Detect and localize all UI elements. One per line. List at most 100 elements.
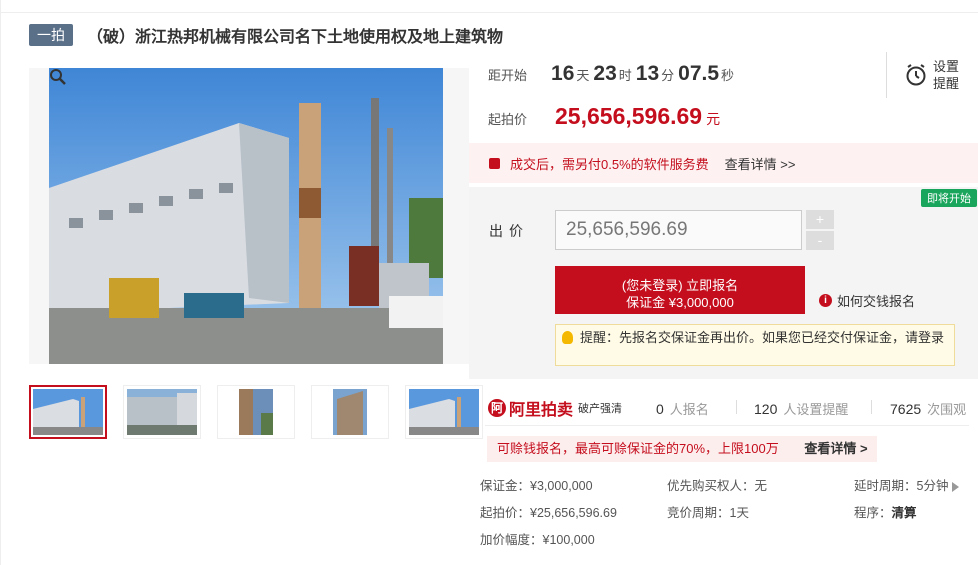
- delay-period-label: 延时周期：: [854, 479, 917, 493]
- how-to-pay-text: 如何交钱报名: [837, 294, 916, 309]
- credit-details-link[interactable]: 查看详情 >: [804, 441, 867, 456]
- set-reminder-button[interactable]: 设置 提醒: [886, 52, 978, 98]
- decrease-button[interactable]: -: [806, 231, 834, 250]
- login-tip-text: 提醒：先报名交保证金再出价。如果您已经交付保证金，请登录: [580, 330, 945, 345]
- seconds-unit: 秒: [721, 68, 735, 83]
- procedure-value: 清算: [891, 506, 917, 520]
- credit-promo-text: 可赊钱报名，最高可赊保证金的70%，上限100万: [497, 441, 779, 456]
- reminder-count: 120 人设置提醒: [754, 399, 848, 418]
- platform-name: 阿里拍卖: [509, 402, 574, 419]
- service-fee-text: 成交后，需另付0.5%的软件服务费: [510, 156, 709, 172]
- service-fee-notice: 成交后，需另付0.5%的软件服务费 查看详情 >>: [469, 143, 978, 183]
- signup-count-value: 0: [656, 401, 664, 417]
- view-count-value: 7625: [890, 401, 922, 417]
- increment-label: 加价幅度：: [480, 533, 543, 547]
- starting-price-row: 起拍价 25,656,596.69 元: [488, 103, 720, 129]
- deposit-info: 保证金：¥3,000,000: [480, 475, 593, 494]
- factory-photo: [49, 68, 443, 364]
- register-button-deposit: 保证金 ¥3,000,000: [626, 294, 734, 310]
- thumbnail-2[interactable]: [123, 385, 201, 439]
- reminder-label-line1: 设置: [933, 59, 960, 74]
- thumbnail-strip: [29, 385, 483, 439]
- stat-divider: [736, 400, 737, 414]
- auction-type: 破产强清: [578, 403, 623, 415]
- register-button-line1: (您未登录) 立即报名: [621, 277, 739, 293]
- thumbnail-image: [221, 389, 291, 435]
- increment-value: ¥100,000: [542, 533, 595, 547]
- priority-buyer-label: 优先购买权人: [667, 479, 743, 493]
- bid-cycle-value: 1天: [729, 506, 749, 520]
- delay-period-info: 延时周期：5分钟: [854, 475, 960, 494]
- procedure-info: 程序：清算: [854, 502, 917, 521]
- countdown-minutes: 13: [635, 62, 660, 85]
- thumbnail-image: [315, 389, 385, 435]
- starting-price-value: 25,656,596.69: [555, 103, 703, 129]
- bid-panel: 即将开始 出价 25,656,596.69 + - (您未登录) 立即报名 保证…: [469, 187, 978, 379]
- days-unit: 天: [576, 68, 590, 83]
- thumbnail-1[interactable]: [29, 385, 107, 439]
- alarm-clock-icon: [906, 64, 926, 86]
- register-button[interactable]: (您未登录) 立即报名 保证金 ¥3,000,000: [555, 266, 805, 314]
- reminder-count-value: 120: [754, 401, 778, 417]
- info-icon: i: [819, 294, 832, 307]
- priority-buyer-value: ：无: [742, 479, 768, 493]
- gift-icon: [489, 157, 500, 169]
- auction-round-tag: 一拍: [29, 24, 73, 46]
- price-unit: 元: [706, 111, 721, 127]
- auction-page: 一拍 （破）浙江热邦机械有限公司名下土地使用权及地上建筑物 距开始 16 天 2…: [0, 0, 978, 565]
- countdown-label: 距开始: [488, 68, 528, 83]
- signup-count: 0 人报名: [656, 399, 709, 418]
- priority-buyer-info: 优先购买权人：无: [667, 475, 767, 494]
- zoom-icon[interactable]: [49, 68, 67, 86]
- thumbnail-4[interactable]: [311, 385, 389, 439]
- procedure-label: 程序：: [854, 506, 892, 520]
- credit-promo-banner: 可赊钱报名，最高可赊保证金的70%，上限100万 查看详情 >: [487, 436, 877, 462]
- reminder-label-line2: 提醒: [933, 76, 960, 91]
- bid-cycle-label: 竞价周期：: [667, 506, 730, 520]
- bid-cycle-info: 竞价周期：1天: [667, 502, 749, 521]
- start-price-value: ¥25,656,596.69: [530, 506, 617, 520]
- how-to-pay-link[interactable]: i 如何交钱报名: [819, 291, 915, 310]
- fee-details-link[interactable]: 查看详情 >>: [725, 154, 796, 173]
- page-title: （破）浙江热邦机械有限公司名下土地使用权及地上建筑物: [87, 29, 504, 46]
- increment-info: 加价幅度：¥100,000: [480, 529, 595, 548]
- status-badge: 即将开始: [921, 189, 977, 207]
- thumbnail-3[interactable]: [217, 385, 295, 439]
- lightbulb-icon: [562, 331, 573, 344]
- thumbnail-image: [127, 389, 197, 435]
- play-icon[interactable]: [952, 481, 960, 492]
- start-price-label: 起拍价：: [480, 506, 531, 520]
- deposit-value: ¥3,000,000: [530, 479, 593, 493]
- countdown-days: 16: [551, 62, 575, 85]
- bid-label: 出价: [489, 223, 529, 239]
- login-tip: 提醒：先报名交保证金再出价。如果您已经交付保证金，请登录: [555, 324, 955, 366]
- platform-brand: 阿 阿里拍卖 破产强清: [488, 396, 622, 420]
- thumbnail-5[interactable]: [405, 385, 483, 439]
- view-count-label: 次围观: [927, 402, 967, 417]
- reminder-count-label: 人设置提醒: [783, 402, 849, 417]
- countdown-timer: 16 天 23 时 13 分 07.5 秒: [551, 62, 738, 86]
- section-divider: [485, 425, 969, 426]
- view-count: 7625 次围观: [890, 399, 966, 418]
- increase-button[interactable]: +: [806, 210, 834, 229]
- delay-period-value: 5分钟: [916, 479, 949, 493]
- countdown-seconds: 07.5: [678, 62, 720, 85]
- minutes-unit: 分: [661, 68, 675, 83]
- signup-count-label: 人报名: [669, 402, 709, 417]
- deposit-label: 保证金：: [480, 479, 531, 493]
- stat-divider: [871, 400, 872, 414]
- alibaba-auction-logo: 阿: [488, 399, 506, 417]
- countdown-hours: 23: [593, 62, 617, 85]
- starting-price-label: 起拍价: [488, 112, 528, 127]
- hours-unit: 时: [618, 68, 632, 83]
- top-divider: [1, 12, 978, 13]
- main-image[interactable]: [29, 68, 469, 364]
- start-price-info: 起拍价：¥25,656,596.69: [480, 502, 617, 521]
- thumbnail-image: [33, 389, 103, 435]
- title-row: 一拍 （破）浙江热邦机械有限公司名下土地使用权及地上建筑物: [29, 24, 503, 46]
- countdown-row: 距开始 16 天 23 时 13 分 07.5 秒: [488, 62, 738, 90]
- thumbnail-image: [409, 389, 479, 435]
- bid-amount-input[interactable]: 25,656,596.69: [555, 210, 802, 250]
- bid-stepper: + -: [806, 210, 834, 250]
- reminder-label: 设置 提醒: [933, 58, 959, 92]
